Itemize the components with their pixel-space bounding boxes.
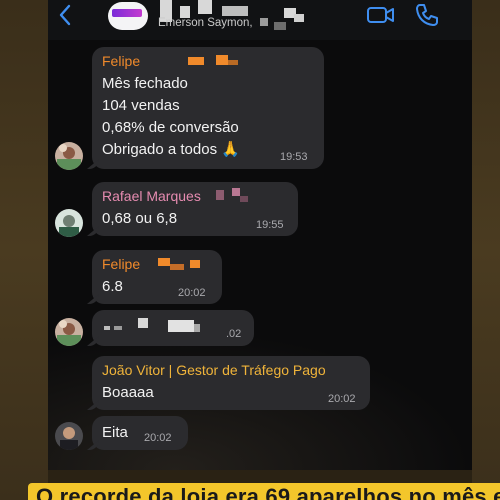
- redacted-members: [260, 18, 268, 26]
- sender-name: Felipe: [102, 256, 141, 272]
- group-members: Emerson Saymon,: [158, 17, 253, 29]
- bubble-tail: [87, 159, 99, 169]
- bubble-tail: [87, 226, 99, 236]
- bubble-tail: [87, 440, 99, 450]
- group-avatar[interactable]: [108, 2, 148, 30]
- message-time: 20:02: [178, 287, 206, 299]
- redacted-title: [198, 0, 212, 14]
- redacted-members: [294, 14, 304, 22]
- sender-name: Rafael Marques: [102, 188, 201, 204]
- redacted-name: [240, 196, 248, 202]
- message-text: 6.8: [102, 278, 123, 295]
- redacted-name: [188, 57, 204, 65]
- message-text: Eita: [102, 424, 128, 441]
- message-bubble[interactable]: .02: [87, 310, 254, 346]
- wooden-frame-right: [472, 0, 500, 500]
- redacted-name: [158, 258, 170, 266]
- message-bubble[interactable]: Rafael Marques 0,68 ou 6,8 19:55: [87, 182, 298, 236]
- video-caption: O recorde da loja era 69 aparelhos no mê…: [28, 483, 500, 500]
- redacted-message: [104, 326, 110, 330]
- sender-name: Felipe: [102, 53, 141, 69]
- caption-text: O recorde da loja era 69 aparelhos no mê…: [36, 484, 500, 500]
- wooden-frame-left: [0, 0, 48, 500]
- sender-name: João Vitor | Gestor de Tráfego Pago: [102, 362, 326, 378]
- redacted-message: [138, 318, 148, 328]
- redacted-name: [228, 60, 238, 65]
- avatar[interactable]: [55, 318, 83, 346]
- message-time: 19:55: [256, 219, 284, 231]
- redacted-name: [216, 55, 228, 65]
- phone-icon[interactable]: [414, 2, 440, 28]
- group-logo: [112, 9, 142, 17]
- chat-header: Emerson Saymon,: [48, 0, 472, 40]
- redacted-members: [274, 22, 286, 30]
- chat-screen: Emerson Saymon, Felipe Mês fechado 104 v…: [48, 0, 472, 470]
- message-time: .02: [226, 328, 242, 340]
- message-bubble[interactable]: Felipe Mês fechado 104 vendas 0,68% de c…: [87, 47, 324, 169]
- message-time: 19:53: [280, 151, 308, 163]
- message-bubble[interactable]: João Vitor | Gestor de Tráfego Pago Boaa…: [87, 356, 370, 410]
- message-text: 0,68 ou 6,8: [102, 210, 178, 227]
- redacted-message: [168, 320, 194, 332]
- message-text: Boaaaa: [102, 384, 154, 401]
- avatar[interactable]: [55, 142, 83, 170]
- redacted-name: [190, 260, 200, 268]
- redacted-title: [222, 6, 248, 16]
- message-text: 0,68% de conversão: [102, 119, 239, 136]
- chevron-left-icon[interactable]: [58, 4, 78, 28]
- bubble-tail: [87, 336, 99, 346]
- message-text: Obrigado a todos 🙏: [102, 141, 240, 158]
- message-time: 20:02: [328, 393, 356, 405]
- avatar[interactable]: [55, 209, 83, 237]
- bubble-tail: [87, 294, 99, 304]
- bubble-tail: [87, 400, 99, 410]
- redacted-message: [194, 324, 200, 332]
- message-time: 20:02: [144, 432, 172, 444]
- message-text: 104 vendas: [102, 97, 180, 114]
- message-bubble[interactable]: Felipe 6.8 20:02: [87, 250, 222, 304]
- video-camera-icon[interactable]: [366, 4, 396, 26]
- redacted-message: [114, 326, 122, 330]
- redacted-name: [216, 190, 224, 200]
- message-bubble[interactable]: Eita 20:02: [87, 416, 188, 450]
- redacted-name: [232, 188, 240, 196]
- message-text: Mês fechado: [102, 75, 188, 92]
- avatar[interactable]: [55, 422, 83, 450]
- redacted-name: [170, 264, 184, 270]
